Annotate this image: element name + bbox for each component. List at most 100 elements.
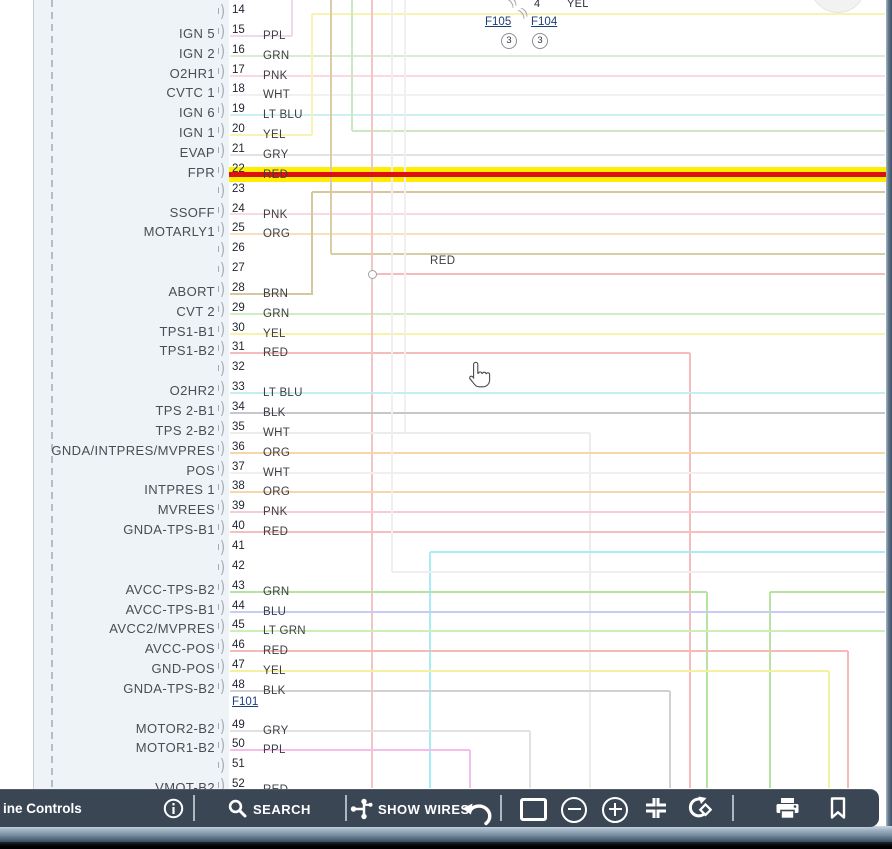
zoom-in-button[interactable] (602, 797, 628, 823)
toolbar-divider (193, 795, 195, 821)
wire-segment[interactable] (230, 531, 885, 533)
wire-segment[interactable] (230, 114, 885, 116)
wire-color-code: ORG (263, 486, 290, 498)
connector-pin-icon: ) (220, 678, 225, 698)
wire-segment[interactable] (230, 333, 885, 335)
wire-segment[interactable] (230, 670, 829, 672)
wire-segment[interactable] (391, 0, 393, 572)
pin-label: TPS 2-B2 (0, 423, 215, 438)
wire-segment[interactable] (330, 0, 332, 254)
diagram-context-label: ine Controls (3, 801, 82, 816)
wire-segment[interactable] (230, 352, 690, 354)
info-button[interactable] (163, 798, 184, 824)
wire-segment[interactable] (230, 650, 848, 652)
wire-segment[interactable] (230, 491, 885, 493)
connector-pin-icon: ) (220, 717, 225, 737)
wire-segment[interactable] (230, 154, 885, 156)
wire-segment[interactable] (770, 591, 885, 593)
connector-pin-icon: ) (220, 142, 225, 162)
wiring-diagram-canvas[interactable]: 4 YEL )) )) F105 F104 3 3 RED )14)15PPLI… (0, 0, 892, 849)
show-wires-button-label[interactable]: SHOW WIRES (378, 802, 470, 817)
connector-pin-icon: ) (220, 241, 225, 261)
pin-number: 47 (232, 659, 245, 671)
connector-link-f105[interactable]: F105 (485, 16, 511, 28)
pin-label: GNDA-TPS-B1 (0, 522, 215, 537)
connector-link-f101[interactable]: F101 (232, 696, 258, 708)
search-button-label[interactable]: SEARCH (253, 802, 311, 817)
show-wires-button[interactable] (350, 798, 374, 825)
rotate-view-button[interactable] (685, 796, 712, 825)
wire-segment[interactable] (430, 551, 885, 553)
wire-segment[interactable] (230, 94, 885, 96)
wire-segment[interactable] (331, 253, 885, 255)
wire-segment[interactable] (230, 313, 885, 315)
wire-segment[interactable] (230, 472, 885, 474)
search-button[interactable] (228, 799, 247, 823)
undo-button[interactable] (461, 800, 495, 835)
wire-segment[interactable] (291, 0, 293, 36)
connector-pin-tick (218, 465, 220, 471)
wire-segment[interactable] (230, 392, 885, 394)
wire-segment[interactable] (392, 571, 885, 573)
wire-color-code: WHT (263, 467, 290, 479)
wire-segment[interactable] (312, 13, 885, 15)
splice-node-icon[interactable] (368, 270, 377, 279)
wire-segment[interactable] (828, 671, 830, 788)
pin-label: INTPRES 1 (0, 482, 215, 497)
wire-segment[interactable] (230, 75, 885, 77)
connector-pin-icon: ) (220, 82, 225, 102)
zoom-box-button[interactable] (520, 798, 547, 821)
wire-segment[interactable] (230, 213, 885, 215)
connector-pin-tick (218, 345, 220, 351)
wire-segment[interactable] (404, 0, 406, 433)
pin-label: CVT 2 (0, 304, 215, 319)
wire-segment[interactable] (311, 14, 313, 135)
wire-segment[interactable] (230, 233, 885, 235)
wire-segment[interactable] (669, 691, 671, 788)
connector-pin-tick (218, 643, 220, 649)
pin-number: 51 (232, 758, 245, 770)
wire-segment[interactable] (230, 452, 885, 454)
wire-segment[interactable] (469, 750, 471, 788)
connector-link-f104[interactable]: F104 (531, 16, 557, 28)
pin-number: 22 (232, 163, 245, 175)
wire-segment[interactable] (706, 592, 708, 788)
wire-segment[interactable] (847, 651, 849, 788)
pin-label: EVAP (0, 145, 215, 160)
wire-segment[interactable] (230, 511, 885, 513)
pin-number: 21 (232, 143, 245, 155)
highlighted-wire-core[interactable] (229, 172, 886, 177)
wire-segment[interactable] (529, 731, 531, 788)
connector-pin-tick (218, 87, 220, 93)
wire-segment[interactable] (352, 130, 885, 132)
wire-segment[interactable] (312, 191, 885, 193)
wire-segment[interactable] (230, 630, 885, 632)
wire-segment[interactable] (230, 611, 885, 613)
pin-number: 25 (232, 222, 245, 234)
fit-screen-button[interactable] (644, 797, 668, 824)
wire-segment[interactable] (230, 690, 670, 692)
wire-segment[interactable] (769, 592, 771, 788)
pin-label: MOTARLY1 (0, 224, 215, 239)
connector-pin-icon: ) (220, 658, 225, 678)
wire-color-code: WHT (263, 427, 290, 439)
right-panel-edge[interactable] (886, 0, 892, 826)
wire-segment[interactable] (230, 412, 885, 414)
wire-color-code: PNK (263, 209, 288, 221)
toolbar-divider (345, 795, 347, 821)
pin-label: AVCC-POS (0, 641, 215, 656)
wire-segment[interactable] (311, 192, 313, 294)
print-button[interactable] (775, 798, 800, 825)
wire-segment[interactable] (230, 55, 885, 57)
pin-number: 29 (232, 302, 245, 314)
cavity-count-badge: 3 (532, 33, 548, 49)
pin-number: 50 (232, 738, 245, 750)
print-icon (775, 798, 800, 820)
zoom-out-button[interactable] (561, 797, 587, 823)
bookmark-button[interactable] (829, 797, 847, 825)
connector-pin-icon: ) (220, 519, 225, 539)
wire-segment[interactable] (351, 0, 353, 131)
wire-segment[interactable] (377, 273, 885, 275)
wire-segment[interactable] (230, 591, 707, 593)
connector-pin-tick (218, 107, 220, 113)
